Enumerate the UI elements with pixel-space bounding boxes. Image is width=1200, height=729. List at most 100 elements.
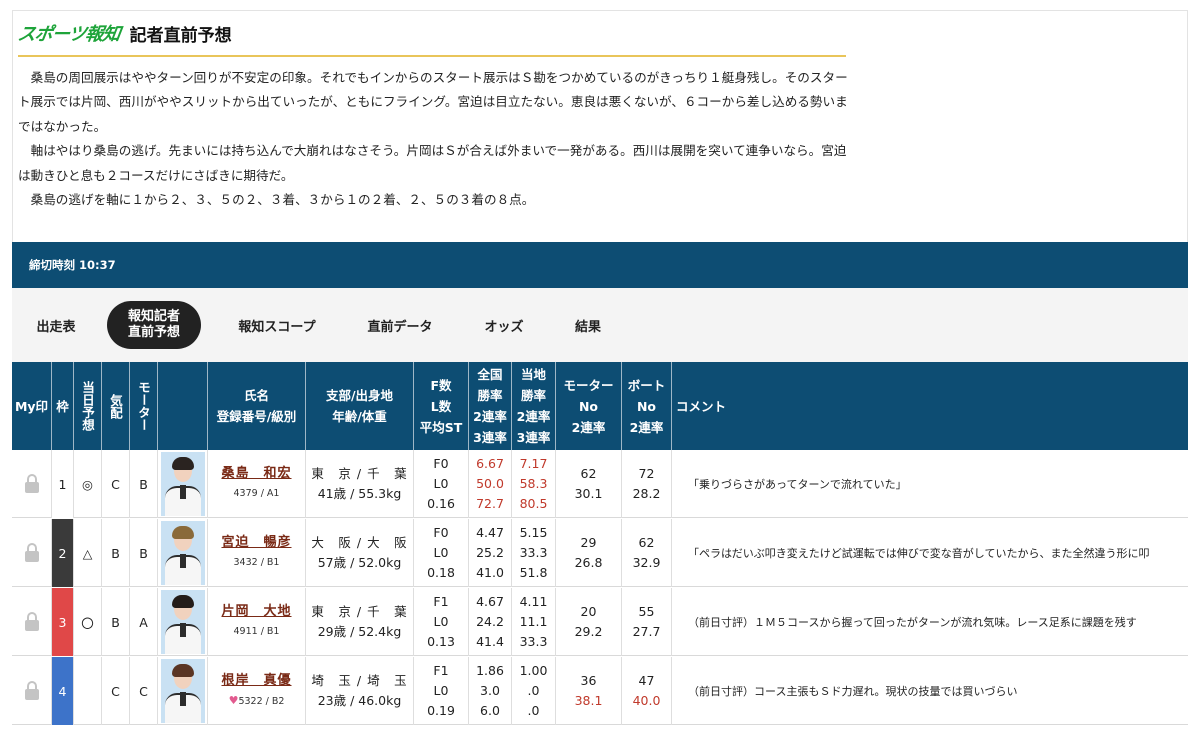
fl-cell: F0 L0 0.16 (414, 450, 469, 518)
national-win-rate: 4.47 (476, 525, 504, 540)
f-count: F1 (433, 663, 449, 678)
motor-number: 36 (580, 673, 597, 688)
col-comment: コメント (676, 398, 727, 414)
col-photo (158, 362, 208, 450)
l-count: L0 (433, 476, 449, 491)
national-2-rate: 24.2 (476, 614, 504, 629)
boat-2-rate: 32.9 (632, 555, 661, 570)
lock-icon[interactable] (24, 612, 39, 632)
tab-reporter-forecast[interactable]: 報知記者 直前予想 (107, 301, 201, 349)
motor-grade-cell: B (130, 450, 158, 518)
racer-photo[interactable] (160, 659, 205, 723)
registration-number: 4911 / B1 (233, 626, 280, 637)
lock-icon[interactable] (24, 543, 39, 563)
registration-number: 3432 / B1 (233, 557, 280, 568)
lock-icon[interactable] (24, 474, 39, 494)
forecast-article: 桑島の周回展示はややターン回りが不安定の印象。それでもインからのスタート展示はＳ… (18, 66, 858, 212)
photo-cell (158, 588, 208, 656)
racer-comment: 「乗りづらさがあってターンで流れていた」 (688, 478, 907, 491)
racer-comment: （前日寸評）コース主張もＳド力遅れ。現状の技量では買いづらい (688, 685, 1018, 698)
my-mark-cell[interactable] (12, 519, 52, 587)
racer-photo[interactable] (160, 590, 205, 654)
national-2-rate: 3.0 (480, 683, 500, 698)
condition-cell: C (102, 657, 130, 725)
national-3-rate: 72.7 (476, 496, 504, 511)
racer-name-link[interactable]: 根岸 真優 (221, 671, 291, 691)
motor-2-rate: 29.2 (574, 624, 603, 639)
branch-cell: 埼 玉 / 埼 玉 23歳 / 46.0kg (306, 657, 414, 725)
racer-comment: （前日寸評）１Ｍ５コースから握って回ったがターンが流れ気味。レース足系に課題を残… (688, 616, 1137, 629)
local-cell: 1.00 .0 .0 (512, 657, 556, 725)
table-header: My印 枠 当日予想 気配 モーター 氏名 登録番号/級別 支部/出身地 年齢/… (12, 362, 1188, 450)
waku-number: 2 (52, 519, 73, 587)
article-paragraph: 桑島の逃げを軸に１から２、３、５の２、３着、３から１の２着、２、５の３着の８点。 (30, 192, 535, 208)
local-cell: 5.15 33.3 51.8 (512, 519, 556, 587)
racer-name-link[interactable]: 片岡 大地 (221, 602, 291, 622)
tab-pre-race-data[interactable]: 直前データ (355, 288, 445, 362)
national-cell: 6.67 50.0 72.7 (469, 450, 512, 518)
motor-no-cell: 36 38.1 (556, 657, 622, 725)
condition-grade: B (111, 545, 120, 561)
local-win-rate: 4.11 (519, 594, 548, 609)
lock-icon[interactable] (24, 681, 39, 701)
waku-number: 3 (52, 588, 73, 656)
col-motor-no: モーター No 2連率 (556, 362, 622, 450)
national-3-rate: 41.0 (476, 565, 504, 580)
forecast-cell: 〇 (74, 588, 102, 656)
branch-origin: 東 京 / 千 葉 (311, 466, 408, 481)
name-cell: 片岡 大地 4911 / B1 (208, 588, 306, 656)
racer-name-link[interactable]: 宮迫 暢彦 (221, 533, 291, 553)
f-count: F0 (433, 525, 449, 540)
registration-number: ♥5322 / B2 (228, 693, 285, 707)
motor-grade-cell: A (130, 588, 158, 656)
age-weight: 29歳 / 52.4kg (317, 624, 402, 639)
photo-cell (158, 519, 208, 587)
local-cell: 4.11 11.1 33.3 (512, 588, 556, 656)
tab-results[interactable]: 結果 (563, 288, 613, 362)
racer-photo[interactable] (160, 521, 205, 585)
tab-hochi-scope[interactable]: 報知スコープ (222, 288, 332, 362)
avg-st: 0.19 (427, 703, 455, 718)
fl-cell: F1 L0 0.19 (414, 657, 469, 725)
condition-grade: C (111, 476, 120, 492)
forecast-cell (74, 657, 102, 725)
l-count: L0 (433, 545, 449, 560)
boat-number: 55 (638, 604, 655, 619)
racer-photo[interactable] (160, 452, 205, 516)
avg-st: 0.13 (427, 634, 455, 649)
avg-st: 0.18 (427, 565, 455, 580)
national-3-rate: 41.4 (476, 634, 504, 649)
waku-cell: 2 (52, 519, 74, 587)
tab-entry-list[interactable]: 出走表 (26, 288, 86, 362)
local-3-rate: .0 (527, 703, 540, 718)
local-2-rate: 11.1 (519, 614, 548, 629)
boat-2-rate: 40.0 (632, 693, 661, 708)
motor-2-rate: 30.1 (574, 486, 603, 501)
waku-number: 4 (52, 657, 73, 725)
col-national-rate: 全国 勝率 2連率 3連率 (469, 362, 512, 450)
motor-2-rate: 38.1 (574, 693, 603, 708)
tab-odds[interactable]: オッズ (474, 288, 534, 362)
condition-cell: B (102, 519, 130, 587)
forecast-cell: △ (74, 519, 102, 587)
race-tabs: 出走表 報知記者 直前予想 報知スコープ 直前データ オッズ 結果 (12, 288, 1188, 362)
hochi-logo[interactable]: スポーツ報知 (16, 20, 121, 46)
motor-number: 20 (580, 604, 597, 619)
racer-name-link[interactable]: 桑島 和宏 (221, 464, 291, 484)
my-mark-cell[interactable] (12, 657, 52, 725)
national-win-rate: 1.86 (476, 663, 504, 678)
my-mark-cell[interactable] (12, 450, 52, 518)
name-cell: 根岸 真優 ♥5322 / B2 (208, 657, 306, 725)
motor-grade: C (139, 683, 148, 699)
boat-2-rate: 27.7 (632, 624, 661, 639)
local-win-rate: 1.00 (519, 663, 548, 678)
boat-no-cell: 72 28.2 (622, 450, 672, 518)
registration-number: 4379 / A1 (233, 488, 280, 499)
col-name: 氏名 登録番号/級別 (208, 362, 306, 450)
deadline-text: 締切時刻 10:37 (29, 258, 116, 272)
branch-cell: 東 京 / 千 葉 41歳 / 55.3kg (306, 450, 414, 518)
age-weight: 41歳 / 55.3kg (317, 486, 402, 501)
condition-cell: B (102, 588, 130, 656)
my-mark-cell[interactable] (12, 588, 52, 656)
national-3-rate: 6.0 (480, 703, 500, 718)
